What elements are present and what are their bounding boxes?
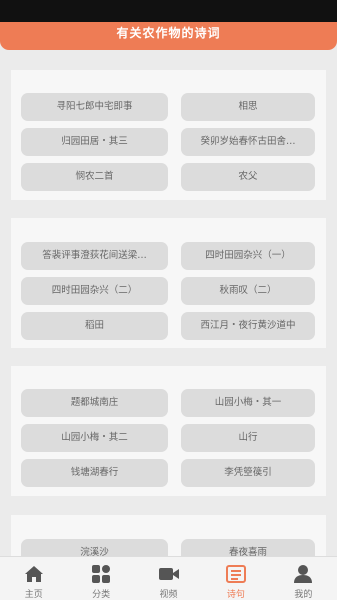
tab-video[interactable]: 视频 [135, 557, 202, 600]
poem-item[interactable]: 癸卯岁始春怀古田舍… [181, 128, 315, 156]
tab-label: 我的 [294, 590, 313, 600]
poem-item[interactable]: 春夜喜雨 [181, 539, 315, 556]
poem-card: 浣溪沙 春夜喜雨 [11, 515, 326, 556]
poem-item[interactable]: 答裴评事澄荻花间送梁… [21, 242, 168, 270]
poem-item[interactable]: 西江月・夜行黄沙道中 [181, 312, 315, 340]
user-icon [294, 565, 313, 583]
poem-item[interactable]: 山园小梅・其一 [181, 389, 315, 417]
poem-item[interactable]: 稻田 [21, 312, 168, 340]
poem-item[interactable]: 四时田园杂兴（二） [21, 277, 168, 305]
poem-item[interactable]: 相思 [181, 93, 315, 121]
poem-item[interactable]: 题都城南庄 [21, 389, 168, 417]
poem-item[interactable]: 李凭箜篌引 [181, 459, 315, 487]
poem-item[interactable]: 四时田园杂兴（一） [181, 242, 315, 270]
home-icon [24, 566, 43, 582]
tab-poem[interactable]: 诗句 [202, 557, 269, 600]
poem-item[interactable]: 悯农二首 [21, 163, 168, 191]
grid-icon [92, 565, 111, 583]
tab-label: 视频 [159, 590, 178, 600]
bottom-tab-bar: 主页 分类 视频 诗句 我的 [0, 556, 337, 600]
poem-item[interactable]: 钱塘湖春行 [21, 459, 168, 487]
poem-item[interactable]: 归园田居・其三 [21, 128, 168, 156]
poem-item[interactable]: 寻阳七郎中宅即事 [21, 93, 168, 121]
poem-icon [225, 565, 246, 583]
poem-card: 寻阳七郎中宅即事 相思 归园田居・其三 癸卯岁始春怀古田舍… 悯农二首 农父 [11, 70, 326, 200]
status-bar [0, 0, 337, 22]
tab-label: 分类 [92, 590, 111, 600]
poem-card: 答裴评事澄荻花间送梁… 四时田园杂兴（一） 四时田园杂兴（二） 秋雨叹（二） 稻… [11, 218, 326, 348]
tab-category[interactable]: 分类 [67, 557, 134, 600]
tab-home[interactable]: 主页 [0, 557, 67, 600]
poem-item[interactable]: 农父 [181, 163, 315, 191]
tab-label: 诗句 [226, 590, 245, 600]
poem-card: 题都城南庄 山园小梅・其一 山园小梅・其二 山行 钱塘湖春行 李凭箜篌引 [11, 366, 326, 496]
poem-item[interactable]: 山园小梅・其二 [21, 424, 168, 452]
video-icon [158, 568, 179, 580]
poem-item[interactable]: 山行 [181, 424, 315, 452]
tab-profile[interactable]: 我的 [270, 557, 337, 600]
tab-label: 主页 [24, 590, 43, 600]
poem-item[interactable]: 浣溪沙 [21, 539, 168, 556]
poem-item[interactable]: 秋雨叹（二） [181, 277, 315, 305]
page-title: 有关农作物的诗词 [0, 22, 337, 50]
poem-list[interactable]: 寻阳七郎中宅即事 相思 归园田居・其三 癸卯岁始春怀古田舍… 悯农二首 农父 答… [0, 50, 337, 556]
